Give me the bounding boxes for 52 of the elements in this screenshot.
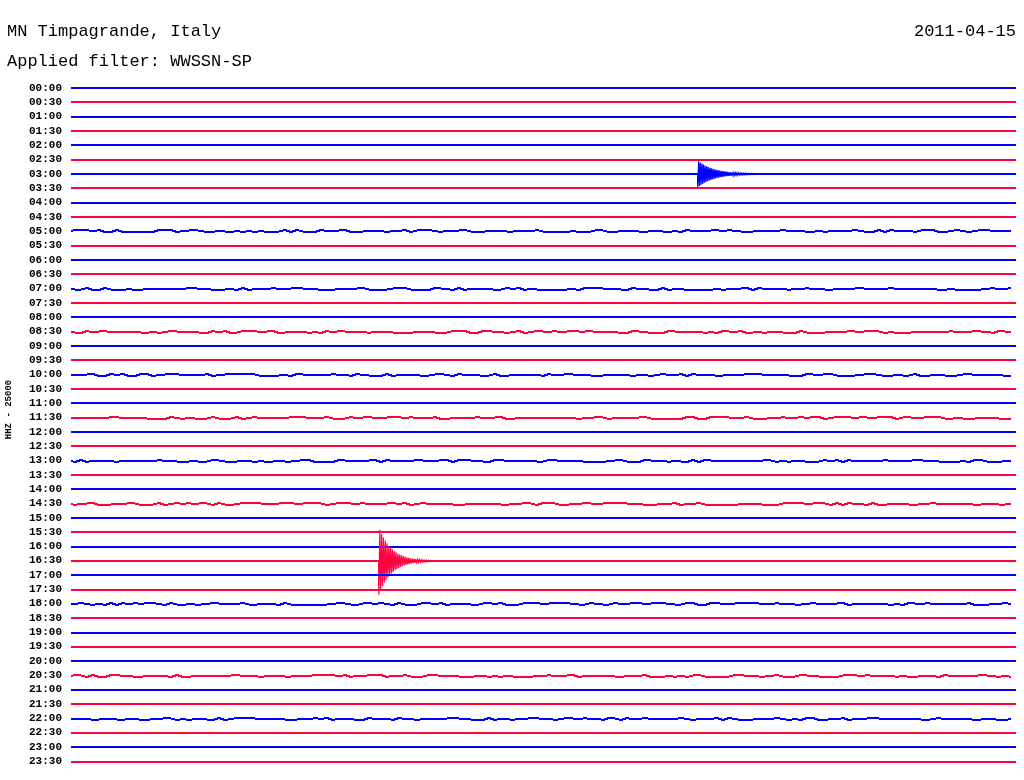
time-label: 07:00: [28, 283, 62, 295]
time-label: 22:30: [28, 727, 62, 739]
time-label: 06:30: [28, 268, 62, 280]
time-label: 20:00: [28, 655, 62, 667]
time-label: 17:00: [28, 569, 62, 581]
time-label: 07:30: [28, 297, 62, 309]
time-label: 04:00: [28, 197, 62, 209]
time-label: 01:30: [28, 125, 62, 137]
time-label: 06:00: [28, 254, 62, 266]
time-label: 09:30: [28, 354, 62, 366]
time-label: 15:30: [28, 526, 62, 538]
time-label: 22:00: [28, 713, 62, 725]
time-label: 14:00: [28, 483, 62, 495]
time-label: 11:00: [28, 397, 62, 409]
time-label: 08:00: [28, 311, 62, 323]
time-label: 18:30: [28, 612, 62, 624]
axis-label: HHZ - 25000: [5, 379, 15, 440]
time-label: 11:30: [28, 412, 62, 424]
time-label: 16:00: [28, 541, 62, 553]
time-label: 23:00: [28, 741, 62, 753]
time-label: 05:30: [28, 240, 62, 252]
time-label: 18:00: [28, 598, 62, 610]
time-label: 17:30: [28, 584, 62, 596]
time-label: 15:00: [28, 512, 62, 524]
time-label: 03:00: [28, 168, 62, 180]
time-label: 13:00: [28, 455, 62, 467]
filter-label: Applied filter: WWSSN-SP: [7, 52, 252, 70]
time-label: 19:30: [28, 641, 62, 653]
time-label: 10:30: [28, 383, 62, 395]
time-label: 12:30: [28, 440, 62, 452]
time-label: 04:30: [28, 211, 62, 223]
time-label: 20:30: [28, 670, 62, 682]
time-label: 08:30: [28, 326, 62, 338]
station-title: MN Timpagrande, Italy: [7, 22, 222, 40]
time-label: 12:00: [28, 426, 62, 438]
time-label: 00:30: [28, 97, 62, 108]
time-label: 05:00: [28, 225, 62, 237]
time-label: 14:30: [28, 498, 62, 510]
time-label: 09:00: [28, 340, 62, 352]
time-label: 02:00: [28, 139, 62, 151]
time-label: 10:00: [28, 369, 62, 381]
time-label: 13:30: [28, 469, 62, 481]
time-label: 23:30: [28, 756, 62, 768]
time-label: 01:00: [28, 111, 62, 123]
time-label: 00:00: [28, 82, 62, 94]
time-label: 02:30: [28, 154, 62, 166]
time-label: 21:30: [28, 698, 62, 710]
time-label: 03:30: [28, 182, 62, 194]
date-label: 2011-04-15: [913, 22, 1016, 40]
time-label: 19:00: [28, 627, 62, 639]
time-label: 21:00: [28, 684, 62, 696]
time-label: 16:30: [28, 555, 62, 567]
